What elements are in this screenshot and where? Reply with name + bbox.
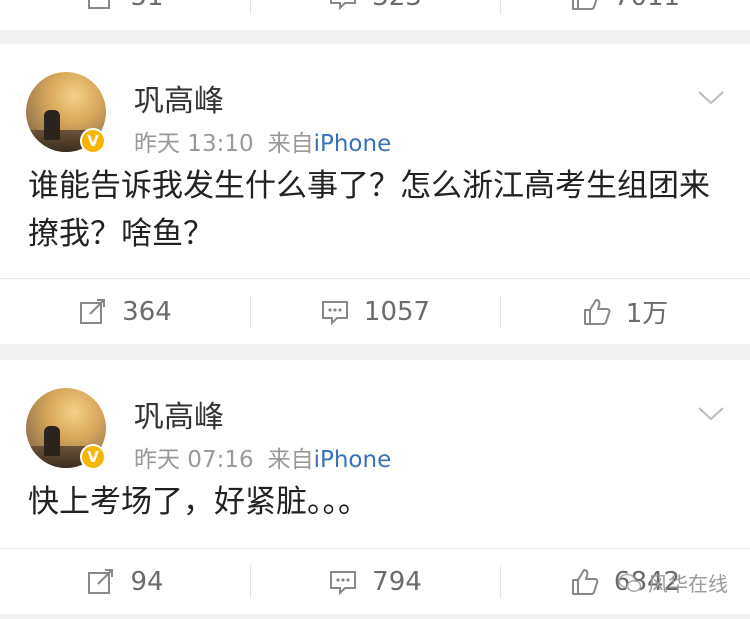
previous-post-actions: 51 323 7011 (0, 0, 750, 30)
verified-badge: V (80, 128, 106, 154)
post-meta: 昨天 07:16 来自iPhone (134, 440, 391, 474)
post-header: V 巩高峰 昨天 13:10 来自iPhone (0, 44, 750, 162)
comment-count: 794 (372, 566, 422, 597)
repost-button[interactable]: 364 (0, 279, 250, 344)
thumbs-up-icon (582, 297, 612, 327)
repost-button[interactable]: 51 (0, 0, 250, 30)
weibo-feed: 51 323 7011 V 巩高峰 昨天 13:10来自iPhone (0, 0, 750, 619)
post-time: 昨天 13:10 (134, 131, 254, 157)
verified-badge: V (80, 444, 106, 470)
source-prefix: 来自 (267, 447, 314, 473)
like-count: 7011 (614, 0, 680, 12)
watermark: 风华在线 (618, 568, 728, 597)
post-meta: 昨天 13:10 来自iPhone (134, 124, 391, 158)
wechat-icon (618, 573, 642, 593)
repost-icon (86, 567, 116, 597)
like-count: 1万 (625, 299, 669, 329)
like-button[interactable]: 1万 (500, 279, 750, 344)
comment-icon (328, 567, 358, 597)
repost-count: 364 (122, 296, 172, 327)
comment-icon (328, 0, 358, 12)
post-actions: 364 1057 1万 (0, 278, 750, 344)
post-header: V 巩高峰 昨天 07:16 来自iPhone (0, 360, 750, 478)
chevron-down-icon[interactable] (696, 398, 726, 428)
repost-icon (78, 297, 108, 327)
repost-count: 51 (130, 0, 163, 12)
username[interactable]: 巩高峰 (134, 76, 224, 120)
source-link[interactable]: iPhone (314, 131, 392, 157)
source-link[interactable]: iPhone (314, 447, 392, 473)
post-text: 快上考场了，好紧脏。。。 (28, 484, 369, 520)
chevron-down-icon[interactable] (696, 82, 726, 112)
comment-count: 323 (372, 0, 422, 12)
comment-button[interactable]: 323 (250, 0, 500, 30)
post-time: 昨天 07:16 (134, 447, 254, 473)
weibo-post: V 巩高峰 昨天 13:10 来自iPhone 谁能告诉我发生什么事了？怎么浙江高… (0, 44, 750, 344)
watermark-text: 风华在线 (648, 572, 728, 596)
source-prefix: 来自 (267, 131, 314, 157)
post-text: 谁能告诉我发生什么事了？怎么浙江高考生组团来撩我？啥鱼？ (28, 168, 710, 252)
username[interactable]: 巩高峰 (134, 392, 224, 436)
thumbs-up-icon (570, 0, 600, 12)
comment-icon (320, 297, 350, 327)
like-button[interactable]: 7011 (500, 0, 750, 30)
comment-button[interactable]: 794 (250, 549, 500, 614)
comment-button[interactable]: 1057 (250, 279, 500, 344)
repost-count: 94 (130, 566, 164, 597)
thumbs-up-icon (570, 567, 600, 597)
repost-icon (86, 0, 116, 12)
repost-button[interactable]: 94 (0, 549, 250, 614)
comment-count: 1057 (363, 296, 431, 327)
